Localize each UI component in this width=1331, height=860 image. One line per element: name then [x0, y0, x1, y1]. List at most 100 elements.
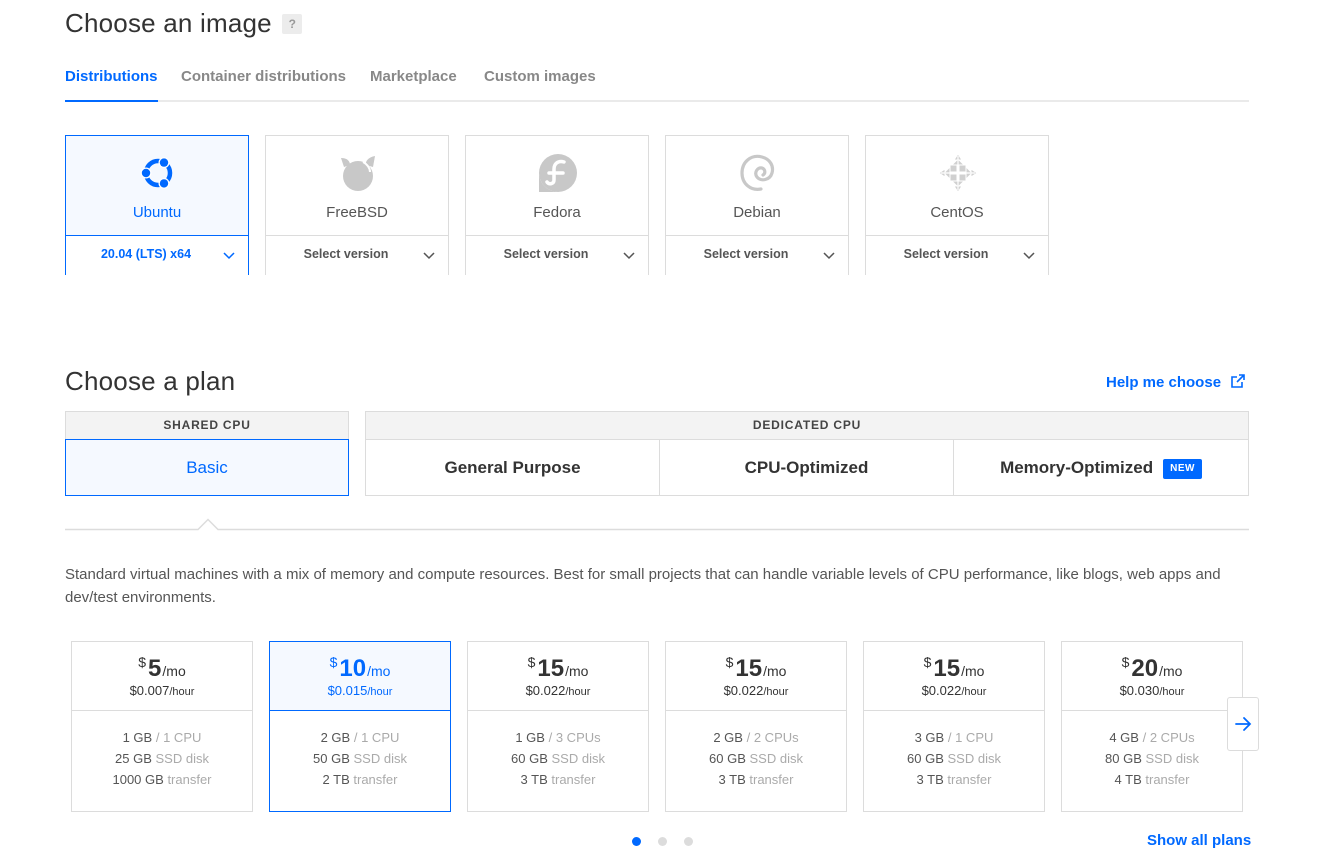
plan-option-basic[interactable]: Basic — [65, 439, 349, 496]
distro-card-fedora[interactable]: Fedora Select version — [465, 135, 649, 275]
spec-memory: 2 GB — [320, 730, 351, 745]
plan-option-general-purpose[interactable]: General Purpose — [365, 439, 660, 496]
hourly-unit: /hour — [961, 686, 987, 698]
show-all-plans-link[interactable]: Show all plans — [1147, 832, 1251, 849]
monthly-unit: /mo — [961, 663, 985, 679]
tab-container-distributions[interactable]: Container distributions — [181, 68, 346, 102]
chevron-down-icon — [1023, 252, 1035, 260]
fedora-icon — [539, 154, 577, 192]
help-me-choose-label: Help me choose — [1106, 374, 1222, 391]
spec-disk-label: SSD disk — [155, 751, 209, 766]
distro-name: Debian — [733, 204, 781, 221]
spec-transfer: 2 TB transfer — [270, 769, 450, 790]
spec-memory-cpu: 2 GB / 2 CPUs — [713, 730, 799, 745]
help-me-choose-link[interactable]: Help me choose — [1106, 374, 1245, 392]
version-select-fedora[interactable]: Select version — [466, 235, 648, 275]
price-card[interactable]: $20/mo $0.030/hour 4 GB / 2 CPUs 80 GB SSD … — [1061, 641, 1243, 812]
help-icon[interactable]: ? — [282, 14, 303, 34]
plan-option-memory-optimized[interactable]: Memory-Optimized NEW — [953, 439, 1249, 496]
pagination-dot[interactable] — [632, 837, 641, 846]
spec-disk-size: 80 GB — [1105, 751, 1142, 766]
spec-disk-label: SSD disk — [947, 751, 1001, 766]
spec-memory: 1 GB — [515, 730, 545, 745]
version-label: Select version — [303, 247, 389, 261]
spec-disk-size: 50 GB — [313, 751, 350, 766]
spec-memory-cpu: 1 GB / 3 CPUs — [515, 730, 601, 745]
currency-symbol: $ — [329, 654, 338, 670]
spec-disk-label: SSD disk — [749, 751, 803, 766]
arrow-right-icon — [1235, 717, 1252, 731]
monthly-price: $15/mo — [864, 642, 1044, 683]
currency-symbol: $ — [1121, 654, 1130, 670]
price-card-header: $15/mo $0.022/hour — [666, 642, 846, 711]
spec-transfer-size: 3 TB — [916, 772, 944, 787]
price-card[interactable]: $10/mo $0.015/hour 2 GB / 1 CPU 50 GB SSD d… — [269, 641, 451, 812]
tab-distributions[interactable]: Distributions — [65, 68, 158, 102]
spec-cpu: 1 CPU — [955, 730, 994, 745]
spec-cpu: 1 CPU — [361, 730, 400, 745]
monthly-price: $20/mo — [1062, 642, 1242, 683]
distro-card-centos[interactable]: CentOS Select version — [865, 135, 1049, 275]
version-select-ubuntu[interactable]: 20.04 (LTS) x64 — [66, 235, 248, 275]
distro-name: Ubuntu — [132, 204, 182, 221]
monthly-amount: 15 — [933, 655, 961, 682]
distro-name: CentOS — [930, 204, 984, 221]
version-select-freebsd[interactable]: Select version — [266, 235, 448, 275]
hourly-amount: $0.007 — [129, 683, 170, 698]
spec-disk: 60 GB SSD disk — [468, 748, 648, 769]
spec-disk-label: SSD disk — [551, 751, 605, 766]
distro-card-freebsd[interactable]: FreeBSD Select version — [265, 135, 449, 275]
price-card[interactable]: $15/mo $0.022/hour 3 GB / 1 CPU 60 GB SSD d… — [863, 641, 1045, 812]
hourly-price: $0.022/hour — [864, 683, 1044, 698]
pagination-dot[interactable] — [684, 837, 693, 846]
version-select-debian[interactable]: Select version — [666, 235, 848, 275]
hourly-unit: /hour — [565, 686, 591, 698]
monthly-price: $5/mo — [72, 642, 252, 683]
section-divider — [65, 518, 1249, 531]
hourly-price: $0.007/hour — [72, 683, 252, 698]
next-plans-button[interactable] — [1227, 697, 1259, 751]
spec-disk-size: 25 GB — [115, 751, 152, 766]
spec-memory-cpu: 3 GB / 1 CPU — [914, 730, 994, 745]
plan-section-title: Choose a plan — [65, 366, 236, 396]
tab-marketplace[interactable]: Marketplace — [370, 68, 457, 102]
hourly-amount: $0.022 — [921, 683, 962, 698]
hourly-price: $0.022/hour — [666, 683, 846, 698]
distro-card-debian[interactable]: Debian Select version — [665, 135, 849, 275]
new-badge: NEW — [1163, 459, 1202, 479]
monthly-unit: /mo — [1159, 663, 1183, 679]
spec-transfer: 3 TB transfer — [864, 769, 1044, 790]
plan-option-label: Memory-Optimized — [1000, 458, 1154, 477]
currency-symbol: $ — [725, 654, 734, 670]
plan-specs: 3 GB / 1 CPU 60 GB SSD disk 3 TB transfer — [864, 727, 1044, 790]
version-label: Select version — [903, 247, 989, 261]
plan-specs: 1 GB / 3 CPUs 60 GB SSD disk 3 TB transfer — [468, 727, 648, 790]
centos-icon — [938, 153, 978, 193]
spec-transfer-label: transfer — [167, 772, 212, 787]
price-card-header: $10/mo $0.015/hour — [270, 642, 450, 711]
monthly-price: $15/mo — [468, 642, 648, 683]
spec-disk-size: 60 GB — [511, 751, 548, 766]
image-tabs: Distributions Container distributions Ma… — [65, 60, 1249, 102]
spec-transfer-size: 3 TB — [520, 772, 548, 787]
price-card[interactable]: $5/mo $0.007/hour 1 GB / 1 CPU 25 GB SSD di… — [71, 641, 253, 812]
chevron-down-icon — [223, 252, 235, 260]
tab-custom-images[interactable]: Custom images — [484, 68, 596, 102]
price-card[interactable]: $15/mo $0.022/hour 2 GB / 2 CPUs 60 GB SSD … — [665, 641, 847, 812]
hourly-amount: $0.015 — [327, 683, 368, 698]
distro-name: Fedora — [533, 204, 581, 221]
spec-disk: 25 GB SSD disk — [72, 748, 252, 769]
distro-card-ubuntu[interactable]: Ubuntu 20.04 (LTS) x64 — [65, 135, 249, 275]
spec-transfer-size: 3 TB — [718, 772, 746, 787]
version-select-centos[interactable]: Select version — [866, 235, 1048, 275]
version-label: Select version — [703, 247, 789, 261]
pagination-dot[interactable] — [658, 837, 667, 846]
chevron-down-icon — [423, 252, 435, 260]
plan-description: Standard virtual machines with a mix of … — [65, 566, 1221, 606]
price-card-header: $20/mo $0.030/hour — [1062, 642, 1242, 711]
spec-transfer: 3 TB transfer — [666, 769, 846, 790]
spec-disk: 60 GB SSD disk — [666, 748, 846, 769]
price-card[interactable]: $15/mo $0.022/hour 1 GB / 3 CPUs 60 GB SSD … — [467, 641, 649, 812]
plan-option-cpu-optimized[interactable]: CPU-Optimized — [659, 439, 954, 496]
spec-transfer-label: transfer — [749, 772, 794, 787]
